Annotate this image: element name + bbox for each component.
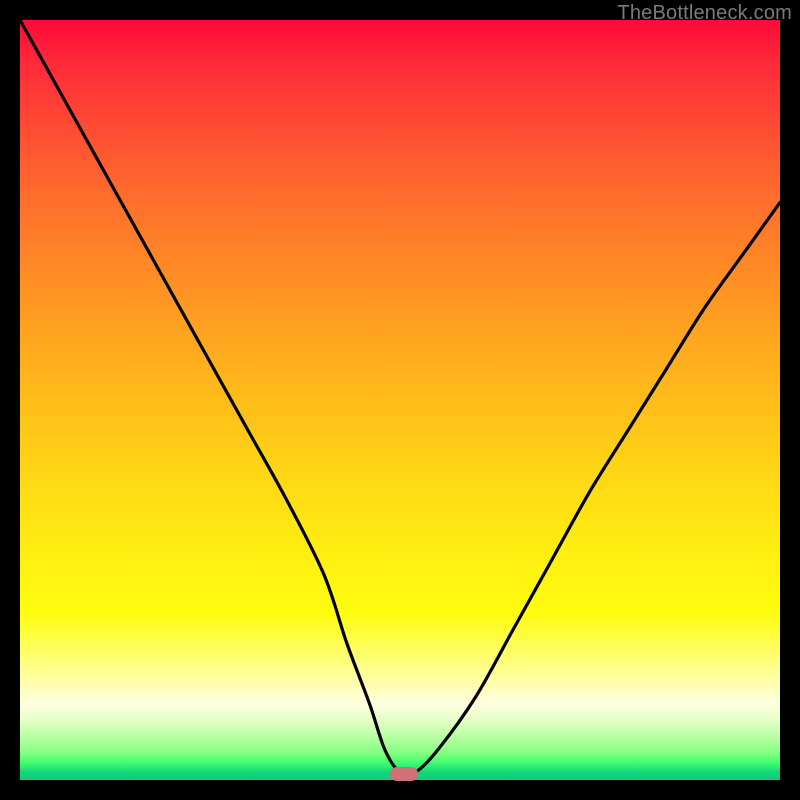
bottleneck-curve [20, 20, 780, 780]
optimal-marker [390, 767, 418, 781]
plot-area [20, 20, 780, 780]
chart-frame: TheBottleneck.com [0, 0, 800, 800]
watermark-text: TheBottleneck.com [617, 2, 792, 25]
